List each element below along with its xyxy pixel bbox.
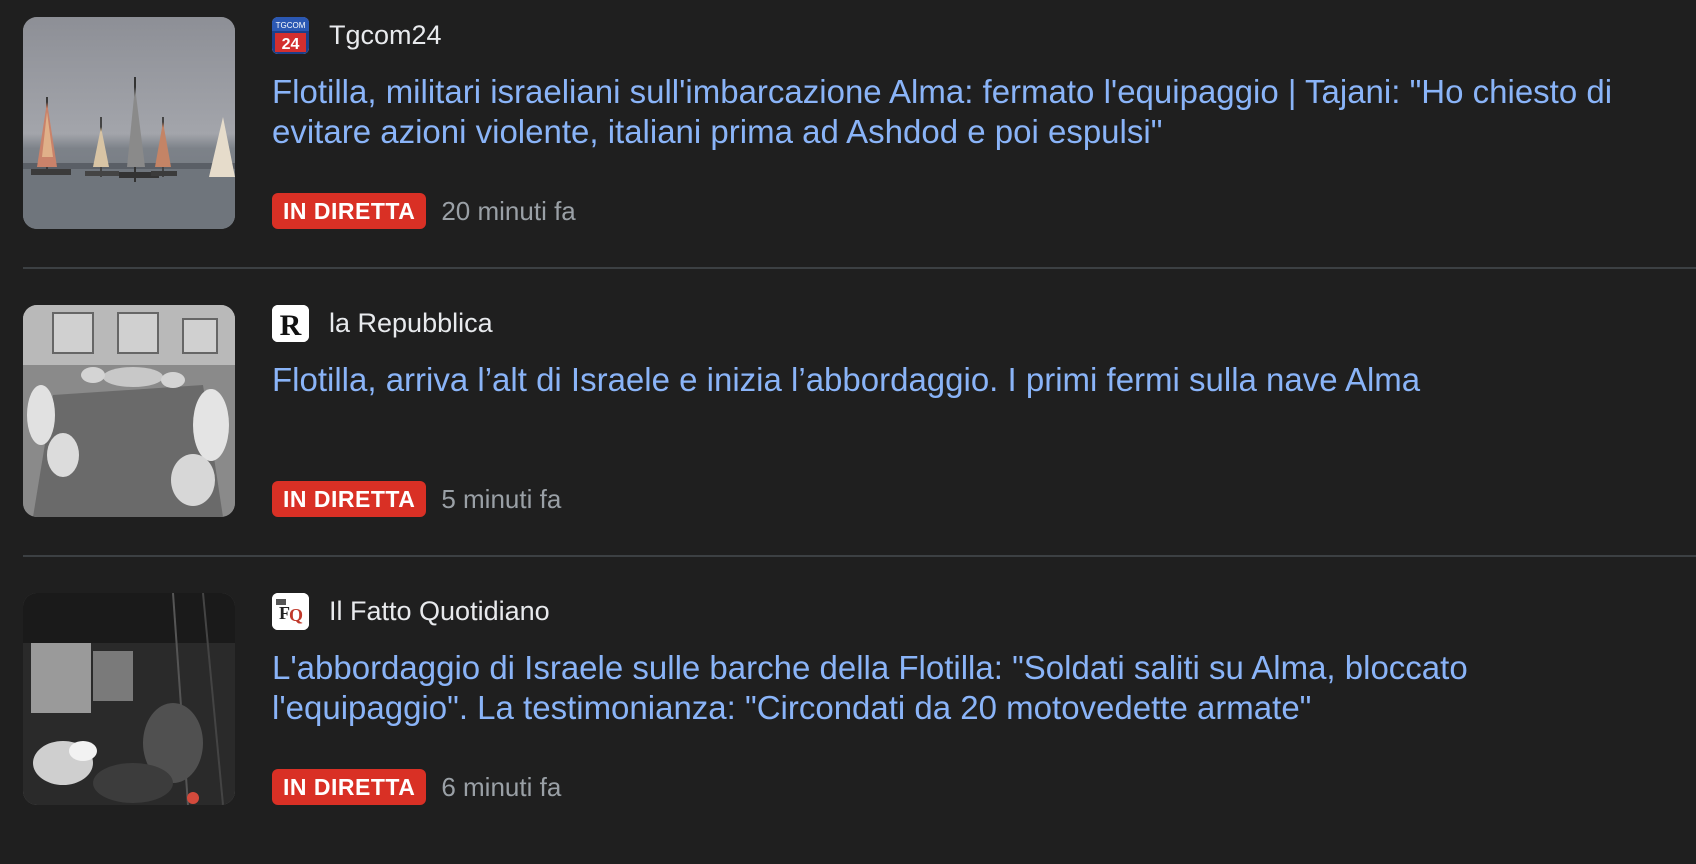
live-badge: IN DIRETTA: [272, 481, 427, 517]
timestamp: 5 minuti fa: [441, 483, 562, 514]
news-feed: TGCOM 24 Tgcom24 Flotilla, militari isra…: [0, 0, 1696, 839]
source-name: la Repubblica: [329, 307, 493, 338]
live-badge: IN DIRETTA: [272, 193, 427, 229]
deck-crew-image: [23, 305, 235, 517]
news-card[interactable]: TGCOM 24 Tgcom24 Flotilla, militari isra…: [0, 0, 1696, 288]
svg-text:24: 24: [282, 36, 300, 53]
meta-row: IN DIRETTA 5 minuti fa: [272, 481, 561, 517]
article-headline[interactable]: Flotilla, militari israeliani sull'imbar…: [272, 72, 1672, 152]
source-row: TGCOM 24 Tgcom24: [272, 16, 442, 54]
article-thumbnail[interactable]: [23, 305, 235, 517]
news-card[interactable]: R la Repubblica Flotilla, arriva l’alt d…: [0, 288, 1696, 576]
fatto-quotidiano-logo-icon: F Q: [272, 592, 309, 630]
sailboats-image: [23, 17, 235, 229]
source-name: Il Fatto Quotidiano: [329, 595, 550, 626]
divider: [23, 267, 1696, 269]
tgcom24-logo-icon: TGCOM 24: [272, 16, 309, 54]
article-headline[interactable]: Flotilla, arriva l’alt di Israele e iniz…: [272, 360, 1672, 400]
svg-text:R: R: [280, 309, 302, 342]
source-row: R la Repubblica: [272, 304, 493, 342]
night-deck-image: [23, 593, 235, 805]
source-row: F Q Il Fatto Quotidiano: [272, 592, 550, 630]
svg-text:Q: Q: [289, 605, 303, 625]
article-thumbnail[interactable]: [23, 17, 235, 229]
source-name: Tgcom24: [329, 19, 442, 50]
article-thumbnail[interactable]: [23, 593, 235, 805]
divider: [23, 555, 1696, 557]
meta-row: IN DIRETTA 20 minuti fa: [272, 193, 576, 229]
timestamp: 20 minuti fa: [441, 195, 576, 226]
repubblica-logo-icon: R: [272, 304, 309, 342]
svg-text:TGCOM: TGCOM: [276, 21, 306, 30]
timestamp: 6 minuti fa: [441, 771, 562, 802]
article-headline[interactable]: L'abbordaggio di Israele sulle barche de…: [272, 648, 1672, 728]
live-badge: IN DIRETTA: [272, 769, 427, 805]
news-card[interactable]: F Q Il Fatto Quotidiano L'abbordaggio di…: [0, 576, 1696, 864]
meta-row: IN DIRETTA 6 minuti fa: [272, 769, 561, 805]
